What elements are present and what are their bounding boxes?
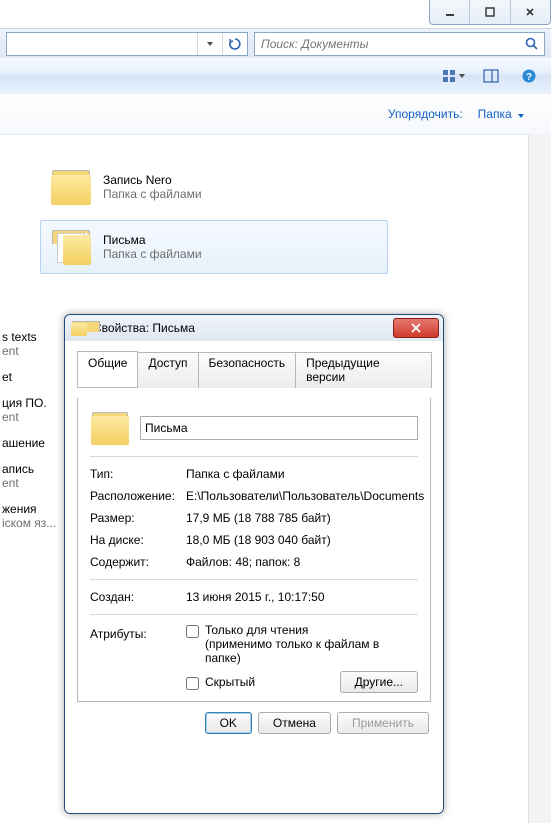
label-type: Тип: (90, 467, 186, 481)
hidden-label: Скрытый (205, 675, 255, 689)
svg-text:?: ? (526, 72, 532, 83)
readonly-label: Только для чтения (205, 623, 308, 637)
readonly-checkbox-row[interactable]: Только для чтения (применимо только к фа… (186, 623, 418, 665)
value-contains: Файлов: 48; папок: 8 (186, 555, 418, 569)
tab-previous[interactable]: Предыдущие версии (295, 352, 432, 388)
refresh-button[interactable] (222, 33, 247, 55)
readonly-checkbox[interactable] (186, 625, 199, 638)
chevron-down-icon (518, 114, 524, 118)
separator (90, 579, 418, 580)
dialog-close-button[interactable] (393, 318, 439, 338)
item-type: Папка с файлами (103, 187, 202, 201)
folder-icon (71, 320, 87, 336)
value-location: E:\Пользователи\Пользователь\Documents (186, 489, 424, 503)
search-input[interactable] (255, 34, 544, 54)
address-bar-row (0, 28, 551, 60)
dialog-title: Свойства: Письма (93, 321, 393, 335)
folder-icon (90, 410, 130, 446)
separator (90, 456, 418, 457)
breadcrumb-chevron-icon[interactable] (197, 33, 222, 55)
tab-sharing[interactable]: Доступ (137, 352, 198, 388)
label-contains: Содержит: (90, 555, 186, 569)
maximize-button[interactable] (469, 0, 509, 24)
hidden-checkbox[interactable] (186, 677, 199, 690)
search-box[interactable] (254, 32, 545, 56)
view-mode-button[interactable] (439, 64, 467, 88)
value-size-on-disk: 18,0 МБ (18 903 040 байт) (186, 533, 418, 547)
readonly-sublabel: (применимо только к файлам в папке) (205, 637, 379, 665)
tabstrip: Общие Доступ Безопасность Предыдущие вер… (77, 351, 431, 388)
folder-name-input[interactable] (140, 416, 418, 440)
item-name: Письма (103, 233, 202, 247)
folder-icon (49, 167, 93, 207)
minimize-button[interactable] (430, 0, 469, 24)
item-name: Запись Nero (103, 173, 202, 187)
label-created: Создан: (90, 590, 186, 604)
label-attributes: Атрибуты: (90, 623, 186, 693)
dialog-titlebar[interactable]: Свойства: Письма (65, 315, 443, 342)
window-caption-buttons (429, 0, 551, 25)
address-bar[interactable] (6, 32, 248, 56)
tab-general[interactable]: Общие (77, 351, 138, 387)
value-type: Папка с файлами (186, 467, 418, 481)
help-button[interactable]: ? (515, 64, 543, 88)
label-location: Расположение: (90, 489, 186, 503)
folder-item[interactable]: Письма Папка с файлами (40, 220, 388, 274)
dialog-body: Общие Доступ Безопасность Предыдущие вер… (65, 341, 443, 813)
close-button[interactable] (510, 0, 550, 24)
label-size: Размер: (90, 511, 186, 525)
value-size: 17,9 МБ (18 788 785 байт) (186, 511, 418, 525)
tab-general-page: Тип:Папка с файлами Расположение:E:\Поль… (77, 398, 431, 702)
label-size-on-disk: На диске: (90, 533, 186, 547)
organize-label: Упорядочить: (388, 107, 463, 121)
nav-tree-fragment: s textsent et ция ПО.ent ашение аписьent… (0, 320, 60, 532)
cancel-button[interactable]: Отмена (258, 712, 331, 734)
scrollbar[interactable] (528, 134, 551, 823)
item-type: Папка с файлами (103, 247, 202, 261)
explorer-toolbar: ? (0, 58, 551, 95)
properties-dialog: Свойства: Письма Общие Доступ Безопаснос… (64, 314, 444, 814)
folder-menu-label: Папка (478, 107, 512, 121)
dialog-footer: OK Отмена Применить (77, 702, 431, 736)
folder-icon (49, 227, 93, 267)
advanced-button[interactable]: Другие... (340, 671, 418, 693)
apply-button[interactable]: Применить (337, 712, 429, 734)
separator (90, 614, 418, 615)
organize-bar: Упорядочить: Папка (0, 94, 551, 135)
preview-pane-button[interactable] (477, 64, 505, 88)
search-icon[interactable] (524, 36, 540, 55)
folder-item[interactable]: Запись Nero Папка с файлами (40, 160, 388, 214)
ok-button[interactable]: OK (205, 712, 252, 734)
hidden-checkbox-row[interactable]: Скрытый (186, 675, 255, 690)
folder-menu[interactable]: Папка (471, 104, 531, 124)
value-created: 13 июня 2015 г., 10:17:50 (186, 590, 418, 604)
tab-security[interactable]: Безопасность (198, 352, 297, 388)
